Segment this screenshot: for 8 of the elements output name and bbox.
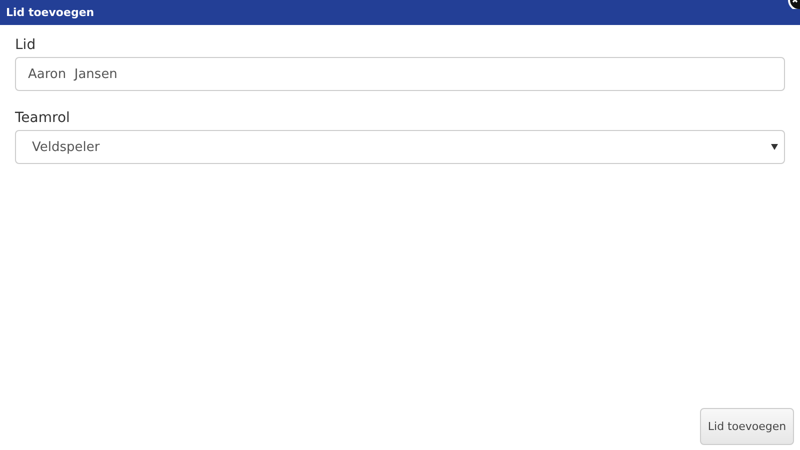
- close-icon[interactable]: [787, 0, 800, 9]
- field-label: Lid: [15, 37, 36, 53]
- caret-icon: [771, 144, 778, 150]
- input-field[interactable]: Aaron Jansen: [15, 57, 785, 91]
- window-title: Lid toevoegen: [6, 6, 94, 19]
- add-member-button[interactable]: Lid toevoegen: [700, 408, 794, 445]
- field-label: Teamrol: [15, 110, 70, 126]
- dropdown[interactable]: Veldspeler: [15, 130, 785, 164]
